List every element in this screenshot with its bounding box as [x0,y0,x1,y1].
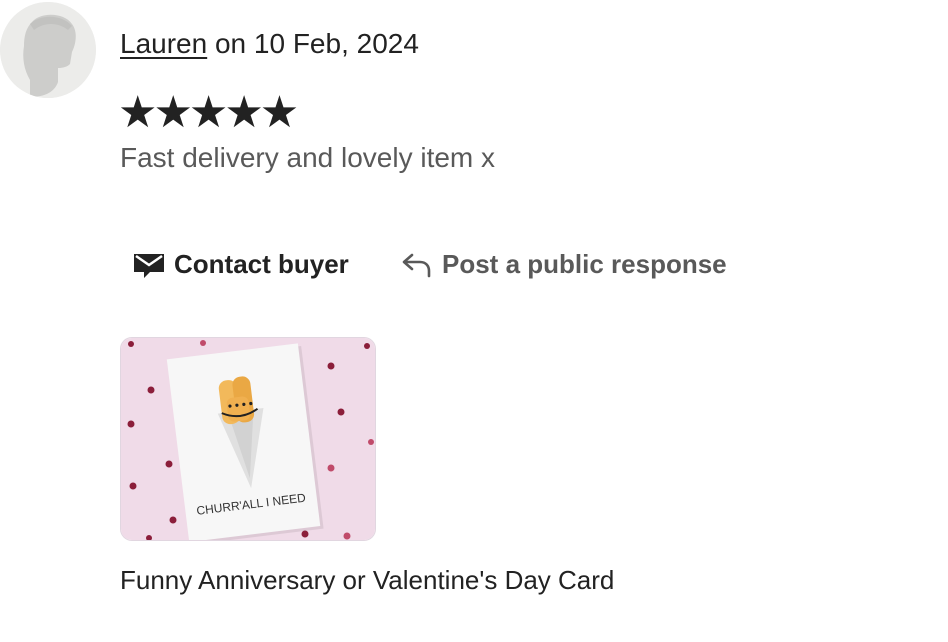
contact-buyer-label: Contact buyer [174,248,349,279]
envelope-icon [132,248,166,280]
review-header: Lauren on 10 Feb, 2024 [120,26,419,62]
default-avatar-icon [0,2,96,98]
item-thumbnail[interactable]: CHURR'ALL I NEED [120,337,376,541]
contact-buyer-button[interactable]: Contact buyer [132,244,349,284]
item-title-link[interactable]: Funny Anniversary or Valentine's Day Car… [120,563,614,597]
star-rating: ★★★★★ [118,88,299,137]
post-public-response-label: Post a public response [442,248,727,279]
reviewer-name-link[interactable]: Lauren [120,28,207,59]
review-text: Fast delivery and lovely item x [120,142,496,173]
reply-arrow-icon [400,249,434,279]
post-public-response-button[interactable]: Post a public response [400,244,727,284]
review-date: on 10 Feb, 2024 [207,28,419,59]
reviewer-avatar [0,2,96,98]
greeting-card-image: CHURR'ALL I NEED [121,338,375,540]
